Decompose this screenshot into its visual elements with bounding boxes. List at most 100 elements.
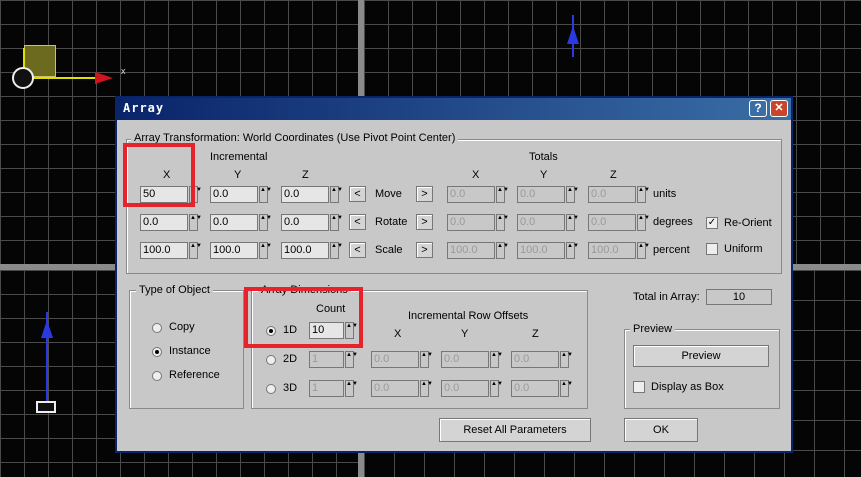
gizmo-z-arrow-icon-2[interactable]: [41, 320, 53, 338]
scale-inc-z-spinner-icon[interactable]: ▲▼: [330, 242, 343, 259]
move-inc-y-spinner-icon[interactable]: ▲▼: [259, 186, 272, 203]
scale-total-y[interactable]: 100.0 ▲▼: [517, 242, 579, 259]
rotate-inc-z-spinner-icon[interactable]: ▲▼: [330, 214, 343, 231]
scale-total-y-spinner-icon[interactable]: ▲▼: [566, 242, 579, 259]
move-total-y-spinner-icon[interactable]: ▲▼: [566, 186, 579, 203]
reference-radio[interactable]: [152, 371, 162, 381]
rotate-inc-x-input[interactable]: 0.0: [140, 214, 188, 231]
help-button[interactable]: ?: [749, 100, 767, 117]
rotate-total-y[interactable]: 0.0 ▲▼: [517, 214, 579, 231]
dim-3d-offset-z-spinner-icon[interactable]: ▲▼: [560, 380, 573, 397]
dim-2d-count-input[interactable]: 1: [309, 351, 344, 368]
move-inc-y-input[interactable]: 0.0: [210, 186, 258, 203]
copy-radio[interactable]: [152, 323, 162, 333]
rotate-inc-x[interactable]: 0.0 ▲▼: [140, 214, 202, 231]
scale-total-z-spinner-icon[interactable]: ▲▼: [637, 242, 650, 259]
rotate-inc-z-input[interactable]: 0.0: [281, 214, 329, 231]
instance-radio[interactable]: [152, 347, 162, 357]
move-right-arrow-button[interactable]: >: [416, 186, 433, 202]
rotate-inc-y-spinner-icon[interactable]: ▲▼: [259, 214, 272, 231]
move-total-z-spinner-icon[interactable]: ▲▼: [637, 186, 650, 203]
scale-total-x[interactable]: 100.0 ▲▼: [447, 242, 509, 259]
dim-3d-offset-y-spinner-icon[interactable]: ▲▼: [490, 380, 503, 397]
dim-2d-radio[interactable]: [266, 355, 276, 365]
dim-2d-offset-y-spinner-icon[interactable]: ▲▼: [490, 351, 503, 368]
rotate-total-y-spinner-icon[interactable]: ▲▼: [566, 214, 579, 231]
dim-3d-offset-x[interactable]: 0.0 ▲▼: [371, 380, 433, 397]
move-total-x-spinner-icon[interactable]: ▲▼: [496, 186, 509, 203]
dim-2d-offset-x[interactable]: 0.0 ▲▼: [371, 351, 433, 368]
move-total-x-input[interactable]: 0.0: [447, 186, 495, 203]
dialog-title-bar[interactable]: Array ? ✕: [117, 98, 791, 120]
scale-inc-x-spinner-icon[interactable]: ▲▼: [189, 242, 202, 259]
rotate-inc-y-input[interactable]: 0.0: [210, 214, 258, 231]
dim-3d-offset-z[interactable]: 0.0 ▲▼: [511, 380, 573, 397]
dim-2d-offset-x-spinner-icon[interactable]: ▲▼: [420, 351, 433, 368]
scale-total-z-input[interactable]: 100.0: [588, 242, 636, 259]
rotate-total-x[interactable]: 0.0 ▲▼: [447, 214, 509, 231]
scale-total-x-input[interactable]: 100.0: [447, 242, 495, 259]
rotate-total-x-input[interactable]: 0.0: [447, 214, 495, 231]
dim-3d-offset-x-spinner-icon[interactable]: ▲▼: [420, 380, 433, 397]
scale-right-arrow-button[interactable]: >: [416, 242, 433, 258]
scale-total-x-spinner-icon[interactable]: ▲▼: [496, 242, 509, 259]
dim-3d-count-input[interactable]: 1: [309, 380, 344, 397]
rotate-total-z[interactable]: 0.0 ▲▼: [588, 214, 650, 231]
gizmo-x-arrow-icon[interactable]: [95, 72, 113, 84]
scale-inc-z[interactable]: 100.0 ▲▼: [281, 242, 343, 259]
move-total-y-input[interactable]: 0.0: [517, 186, 565, 203]
uniform-checkbox[interactable]: [706, 243, 718, 255]
reset-all-button[interactable]: Reset All Parameters: [439, 418, 591, 442]
dim-2d-offset-y-input[interactable]: 0.0: [441, 351, 489, 368]
gizmo-z-arrow-icon[interactable]: [567, 26, 579, 44]
dim-3d-offset-y[interactable]: 0.0 ▲▼: [441, 380, 503, 397]
dim-2d-count-spinner-icon[interactable]: ▲▼: [345, 351, 358, 368]
dim-2d-offset-z[interactable]: 0.0 ▲▼: [511, 351, 573, 368]
display-as-box-checkbox[interactable]: [633, 381, 645, 393]
dim-2d-offset-z-input[interactable]: 0.0: [511, 351, 559, 368]
close-button[interactable]: ✕: [770, 100, 788, 117]
reorient-checkbox[interactable]: ✓: [706, 217, 718, 229]
move-total-z-input[interactable]: 0.0: [588, 186, 636, 203]
rotate-total-z-spinner-icon[interactable]: ▲▼: [637, 214, 650, 231]
scale-left-arrow-button[interactable]: <: [349, 242, 366, 258]
dim-2d-offset-x-input[interactable]: 0.0: [371, 351, 419, 368]
rotate-inc-z[interactable]: 0.0 ▲▼: [281, 214, 343, 231]
move-total-z[interactable]: 0.0 ▲▼: [588, 186, 650, 203]
preview-button[interactable]: Preview: [633, 345, 769, 367]
move-total-x[interactable]: 0.0 ▲▼: [447, 186, 509, 203]
dim-3d-offset-y-input[interactable]: 0.0: [441, 380, 489, 397]
move-inc-y[interactable]: 0.0 ▲▼: [210, 186, 272, 203]
dim-3d-offset-z-input[interactable]: 0.0: [511, 380, 559, 397]
rotate-total-y-input[interactable]: 0.0: [517, 214, 565, 231]
scale-inc-z-input[interactable]: 100.0: [281, 242, 329, 259]
dim-3d-offset-x-input[interactable]: 0.0: [371, 380, 419, 397]
dim-3d-count-spinner-icon[interactable]: ▲▼: [345, 380, 358, 397]
rotate-right-arrow-button[interactable]: >: [416, 214, 433, 230]
dim-2d-offset-y[interactable]: 0.0 ▲▼: [441, 351, 503, 368]
rotate-left-arrow-button[interactable]: <: [349, 214, 366, 230]
pivot-circle-icon[interactable]: [12, 67, 34, 89]
dim-3d-count[interactable]: 1 ▲▼: [309, 380, 358, 397]
rotate-inc-y[interactable]: 0.0 ▲▼: [210, 214, 272, 231]
rotate-total-x-spinner-icon[interactable]: ▲▼: [496, 214, 509, 231]
ok-button[interactable]: OK: [624, 418, 698, 442]
move-inc-z-input[interactable]: 0.0: [281, 186, 329, 203]
scale-inc-y-input[interactable]: 100.0: [210, 242, 258, 259]
dim-3d-radio[interactable]: [266, 384, 276, 394]
dim-2d-offset-z-spinner-icon[interactable]: ▲▼: [560, 351, 573, 368]
dim-2d-count[interactable]: 1 ▲▼: [309, 351, 358, 368]
scale-total-z[interactable]: 100.0 ▲▼: [588, 242, 650, 259]
rotate-total-z-input[interactable]: 0.0: [588, 214, 636, 231]
rotate-inc-x-spinner-icon[interactable]: ▲▼: [189, 214, 202, 231]
scale-inc-x-input[interactable]: 100.0: [140, 242, 188, 259]
scale-inc-x[interactable]: 100.0 ▲▼: [140, 242, 202, 259]
move-left-arrow-button[interactable]: <: [349, 186, 366, 202]
move-total-y[interactable]: 0.0 ▲▼: [517, 186, 579, 203]
move-inc-z[interactable]: 0.0 ▲▼: [281, 186, 343, 203]
scale-inc-y[interactable]: 100.0 ▲▼: [210, 242, 272, 259]
scale-inc-y-spinner-icon[interactable]: ▲▼: [259, 242, 272, 259]
pivot-box-icon[interactable]: [36, 401, 56, 413]
move-inc-z-spinner-icon[interactable]: ▲▼: [330, 186, 343, 203]
scale-total-y-input[interactable]: 100.0: [517, 242, 565, 259]
